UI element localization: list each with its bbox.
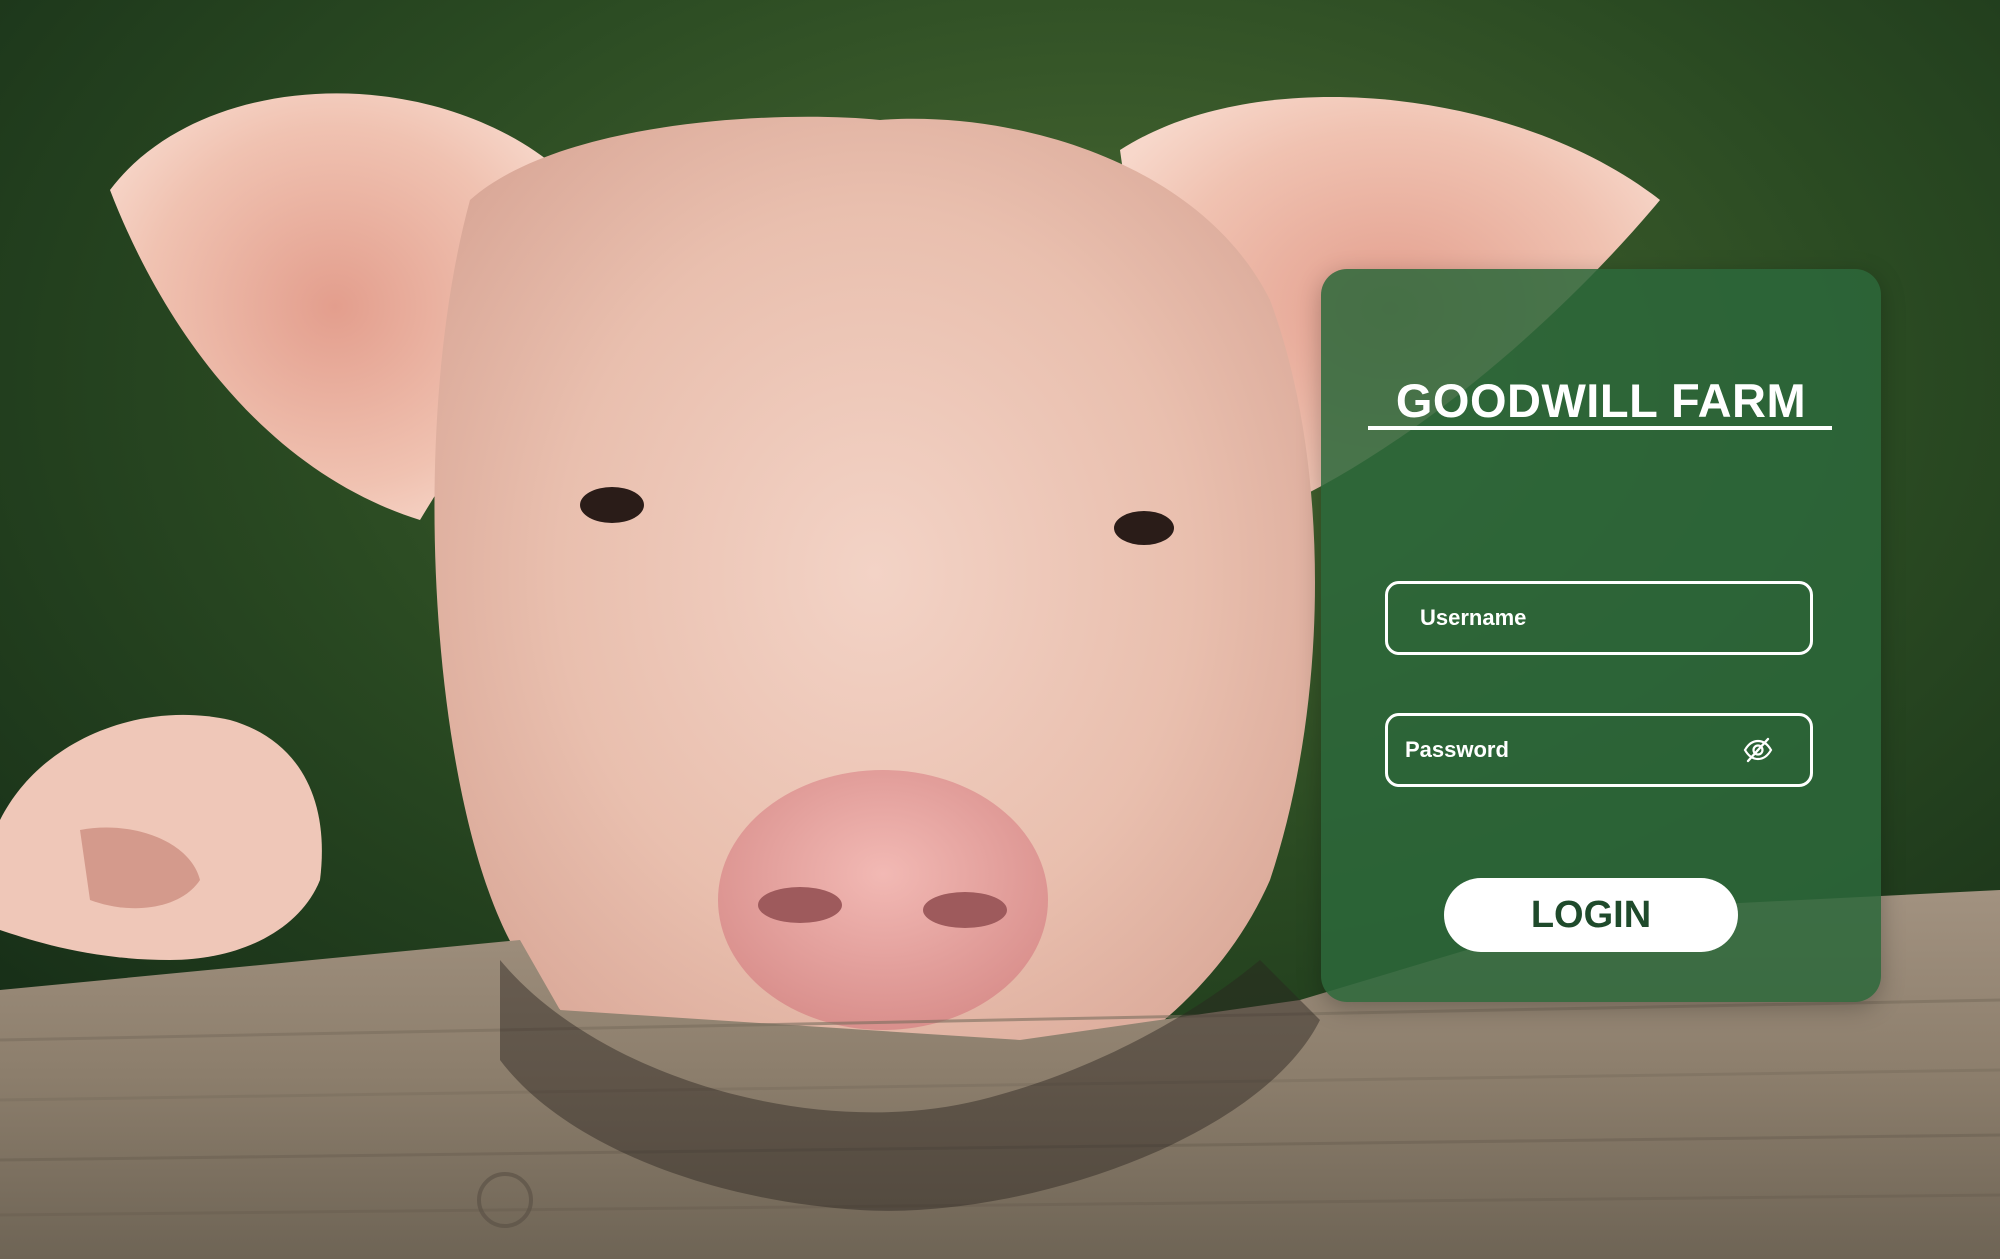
brand-title: GOODWILL FARM xyxy=(1395,374,1807,427)
brand-underline xyxy=(1368,426,1832,430)
password-field[interactable]: Password xyxy=(1385,713,1813,787)
login-card: GOODWILL FARM Username Password LOGIN xyxy=(1321,269,1881,1002)
login-screen: GOODWILL FARM Username Password LOGIN xyxy=(0,0,2000,1259)
eye-slash-icon[interactable] xyxy=(1742,734,1774,766)
username-placeholder: Username xyxy=(1420,605,1527,630)
password-placeholder: Password xyxy=(1405,737,1509,762)
username-field[interactable]: Username xyxy=(1385,581,1813,655)
login-button[interactable]: LOGIN xyxy=(1444,878,1738,952)
